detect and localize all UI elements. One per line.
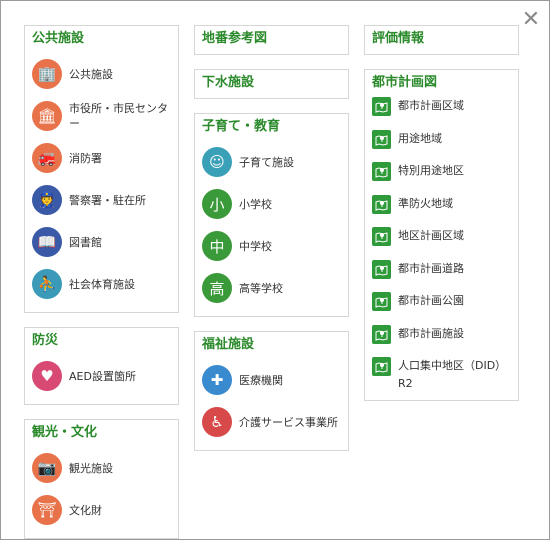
- high-school-icon: 高: [202, 273, 232, 303]
- layer-item-label: 都市計画区域: [398, 99, 464, 112]
- layer-item-label: 特別用途地区: [398, 164, 464, 177]
- map-layer-icon: [372, 129, 391, 149]
- layer-group-panel: 公共施設 🏢 公共施設 🏛 市役所・市民センター 🚒 消防署 👮 警察署・駐在所 📖 図書館 ⛹ 社会体…: [24, 25, 179, 313]
- layer-toggle-item[interactable]: 特別用途地区: [372, 162, 511, 195]
- aed-icon: ♥: [32, 361, 62, 391]
- layer-group-title[interactable]: 評価情報: [372, 31, 511, 47]
- layer-group-panel: 地番参考図: [194, 25, 349, 55]
- layer-group-title[interactable]: 防災: [32, 333, 171, 349]
- column-3: 評価情報都市計画図都市計画区域 用途地域特別用途地区 準防火地域地区計画区域 都市計画…: [364, 25, 519, 415]
- layer-toggle-item[interactable]: 📖 図書館: [32, 221, 171, 263]
- public-facility-icon: 🏢: [32, 59, 62, 89]
- layer-item-label: 市役所・市民センター: [69, 102, 168, 130]
- column-2: 地番参考図 下水施設 子育て・教育 ☺ 子育て施設小小学校中中学校高高等学校 福祉施設 ✚ 医…: [194, 25, 349, 465]
- layer-toggle-item[interactable]: 都市計画施設: [372, 324, 511, 358]
- layer-item-label: 都市計画施設: [398, 326, 464, 340]
- layer-group-panel: 都市計画図都市計画区域 用途地域特別用途地区 準防火地域地区計画区域 都市計画道路 都市…: [364, 69, 519, 401]
- layer-toggle-item[interactable]: ⛹ 社会体育施設: [32, 263, 171, 305]
- layer-toggle-item[interactable]: 人口集中地区（DID）R2: [372, 357, 511, 393]
- layer-toggle-item[interactable]: 用途地域: [372, 129, 511, 163]
- map-layer-icon: [372, 97, 391, 116]
- layer-group-title[interactable]: 地番参考図: [202, 31, 341, 47]
- layer-item-label: 地区計画区域: [398, 229, 464, 242]
- layer-toggle-item[interactable]: ♿ 介護サービス事業所: [202, 401, 341, 443]
- sports-facility-icon: ⛹: [32, 269, 62, 299]
- fire-station-icon: 🚒: [32, 143, 62, 173]
- layer-item-label: 都市計画道路: [398, 261, 464, 275]
- layer-item-label: 人口集中地区（DID）R2: [398, 359, 507, 390]
- layer-item-label: 消防署: [69, 151, 102, 165]
- tourism-icon: 📷: [32, 453, 62, 483]
- layer-group-title[interactable]: 下水施設: [202, 75, 341, 91]
- map-layer-icon: [372, 162, 391, 181]
- layer-item-label: 図書館: [69, 235, 102, 249]
- city-hall-icon: 🏛: [32, 101, 62, 131]
- layer-toggle-item[interactable]: 地区計画区域: [372, 227, 511, 260]
- layer-toggle-item[interactable]: 高高等学校: [202, 267, 341, 309]
- layer-group-panel: 評価情報: [364, 25, 519, 55]
- layer-item-label: 社会体育施設: [69, 277, 135, 291]
- column-1: 公共施設 🏢 公共施設 🏛 市役所・市民センター 🚒 消防署 👮 警察署・駐在所 📖 図書館 ⛹ 社会体…: [24, 25, 179, 540]
- layer-toggle-item[interactable]: 小小学校: [202, 183, 341, 225]
- layer-toggle-item[interactable]: 都市計画道路: [372, 259, 511, 293]
- map-layer-icon: [372, 357, 391, 376]
- layer-toggle-item[interactable]: 都市計画公園: [372, 292, 511, 325]
- library-icon: 📖: [32, 227, 62, 257]
- layer-group-panel: 観光・文化 📷 観光施設 ⛩ 文化財: [24, 419, 179, 539]
- layer-menu-dialog: ✕ 公共施設 🏢 公共施設 🏛 市役所・市民センター 🚒 消防署 👮 警察署・駐在所 📖 図書館 ⛹ 社…: [0, 0, 550, 540]
- layer-group-panel: 下水施設: [194, 69, 349, 99]
- cultural-property-icon: ⛩: [32, 495, 62, 525]
- map-layer-icon: [372, 324, 391, 344]
- map-layer-icon: [372, 227, 391, 246]
- layer-group-title[interactable]: 福祉施設: [202, 337, 341, 353]
- layer-group-title[interactable]: 公共施設: [32, 31, 171, 47]
- layer-toggle-item[interactable]: 🏢 公共施設: [32, 53, 171, 95]
- layer-item-label: 介護サービス事業所: [239, 415, 338, 429]
- layer-toggle-item[interactable]: ☺ 子育て施設: [202, 141, 341, 183]
- layer-item-label: 医療機関: [239, 373, 283, 387]
- police-icon: 👮: [32, 185, 62, 215]
- elementary-school-icon: 小: [202, 189, 232, 219]
- layer-group-title[interactable]: 都市計画図: [372, 75, 511, 91]
- layer-item-label: 警察署・駐在所: [69, 193, 146, 207]
- layer-toggle-item[interactable]: ✚ 医療機関: [202, 359, 341, 401]
- layer-item-label: 用途地域: [398, 131, 442, 145]
- layer-item-label: 公共施設: [69, 67, 113, 81]
- layer-item-label: 準防火地域: [398, 196, 453, 210]
- close-icon[interactable]: ✕: [519, 9, 543, 33]
- layer-group-title[interactable]: 子育て・教育: [202, 119, 341, 135]
- layer-group-panel: 防災 ♥ AED設置箇所: [24, 327, 179, 405]
- layer-item-label: AED設置箇所: [69, 369, 136, 383]
- layer-toggle-item[interactable]: 📷 観光施設: [32, 447, 171, 489]
- map-layer-icon: [372, 292, 391, 311]
- layer-item-label: 高等学校: [239, 281, 283, 295]
- medical-icon: ✚: [202, 365, 232, 395]
- layer-item-label: 文化財: [69, 503, 102, 517]
- layer-item-label: 観光施設: [69, 461, 113, 475]
- map-layer-icon: [372, 194, 391, 214]
- layer-item-label: 中学校: [239, 239, 272, 253]
- layer-item-label: 子育て施設: [239, 155, 294, 169]
- layer-toggle-item[interactable]: 都市計画区域: [372, 97, 511, 130]
- layer-group-panel: 子育て・教育 ☺ 子育て施設小小学校中中学校高高等学校: [194, 113, 349, 317]
- junior-high-school-icon: 中: [202, 231, 232, 261]
- layer-toggle-item[interactable]: ♥ AED設置箇所: [32, 355, 171, 397]
- layer-group-title[interactable]: 観光・文化: [32, 425, 171, 441]
- layer-toggle-item[interactable]: 🏛 市役所・市民センター: [32, 95, 171, 137]
- layer-item-label: 小学校: [239, 197, 272, 211]
- layer-toggle-item[interactable]: 🚒 消防署: [32, 137, 171, 179]
- map-layer-icon: [372, 259, 391, 279]
- nursing-care-icon: ♿: [202, 407, 232, 437]
- childcare-icon: ☺: [202, 147, 232, 177]
- layer-toggle-item[interactable]: 中中学校: [202, 225, 341, 267]
- layer-item-label: 都市計画公園: [398, 294, 464, 307]
- layer-toggle-item[interactable]: ⛩ 文化財: [32, 489, 171, 531]
- layer-toggle-item[interactable]: 準防火地域: [372, 194, 511, 228]
- layer-group-panel: 福祉施設 ✚ 医療機関 ♿ 介護サービス事業所: [194, 331, 349, 451]
- layer-toggle-item[interactable]: 👮 警察署・駐在所: [32, 179, 171, 221]
